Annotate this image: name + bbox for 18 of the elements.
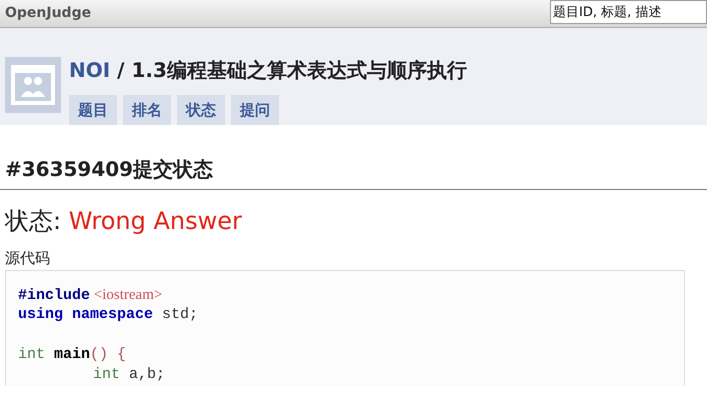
status-value: Wrong Answer: [68, 207, 242, 235]
nav-tab[interactable]: 题目: [69, 95, 117, 125]
code-line: int main() {: [18, 345, 128, 365]
group-link[interactable]: NOI: [69, 58, 110, 82]
code-line: using namespace std;: [18, 305, 200, 325]
breadcrumb-separator: /: [117, 58, 124, 82]
nav-tab[interactable]: 提问: [231, 95, 279, 125]
code-line: int a,b;: [92, 365, 166, 385]
nav-tab[interactable]: 排名: [123, 95, 171, 125]
status-label: 状态:: [5, 207, 62, 235]
source-code-label: 源代码: [5, 248, 51, 268]
submission-heading: #36359409提交状态: [5, 156, 214, 183]
group-avatar-icon: [5, 57, 61, 113]
site-title[interactable]: OpenJudge: [0, 3, 92, 24]
code-line: #include <iostream>: [18, 286, 164, 305]
nav-tab[interactable]: 状态: [177, 95, 225, 125]
page-title: 1.3编程基础之算术表达式与顺序执行: [131, 58, 467, 82]
search-field[interactable]: 题目ID, 标题, 描述: [550, 0, 707, 24]
